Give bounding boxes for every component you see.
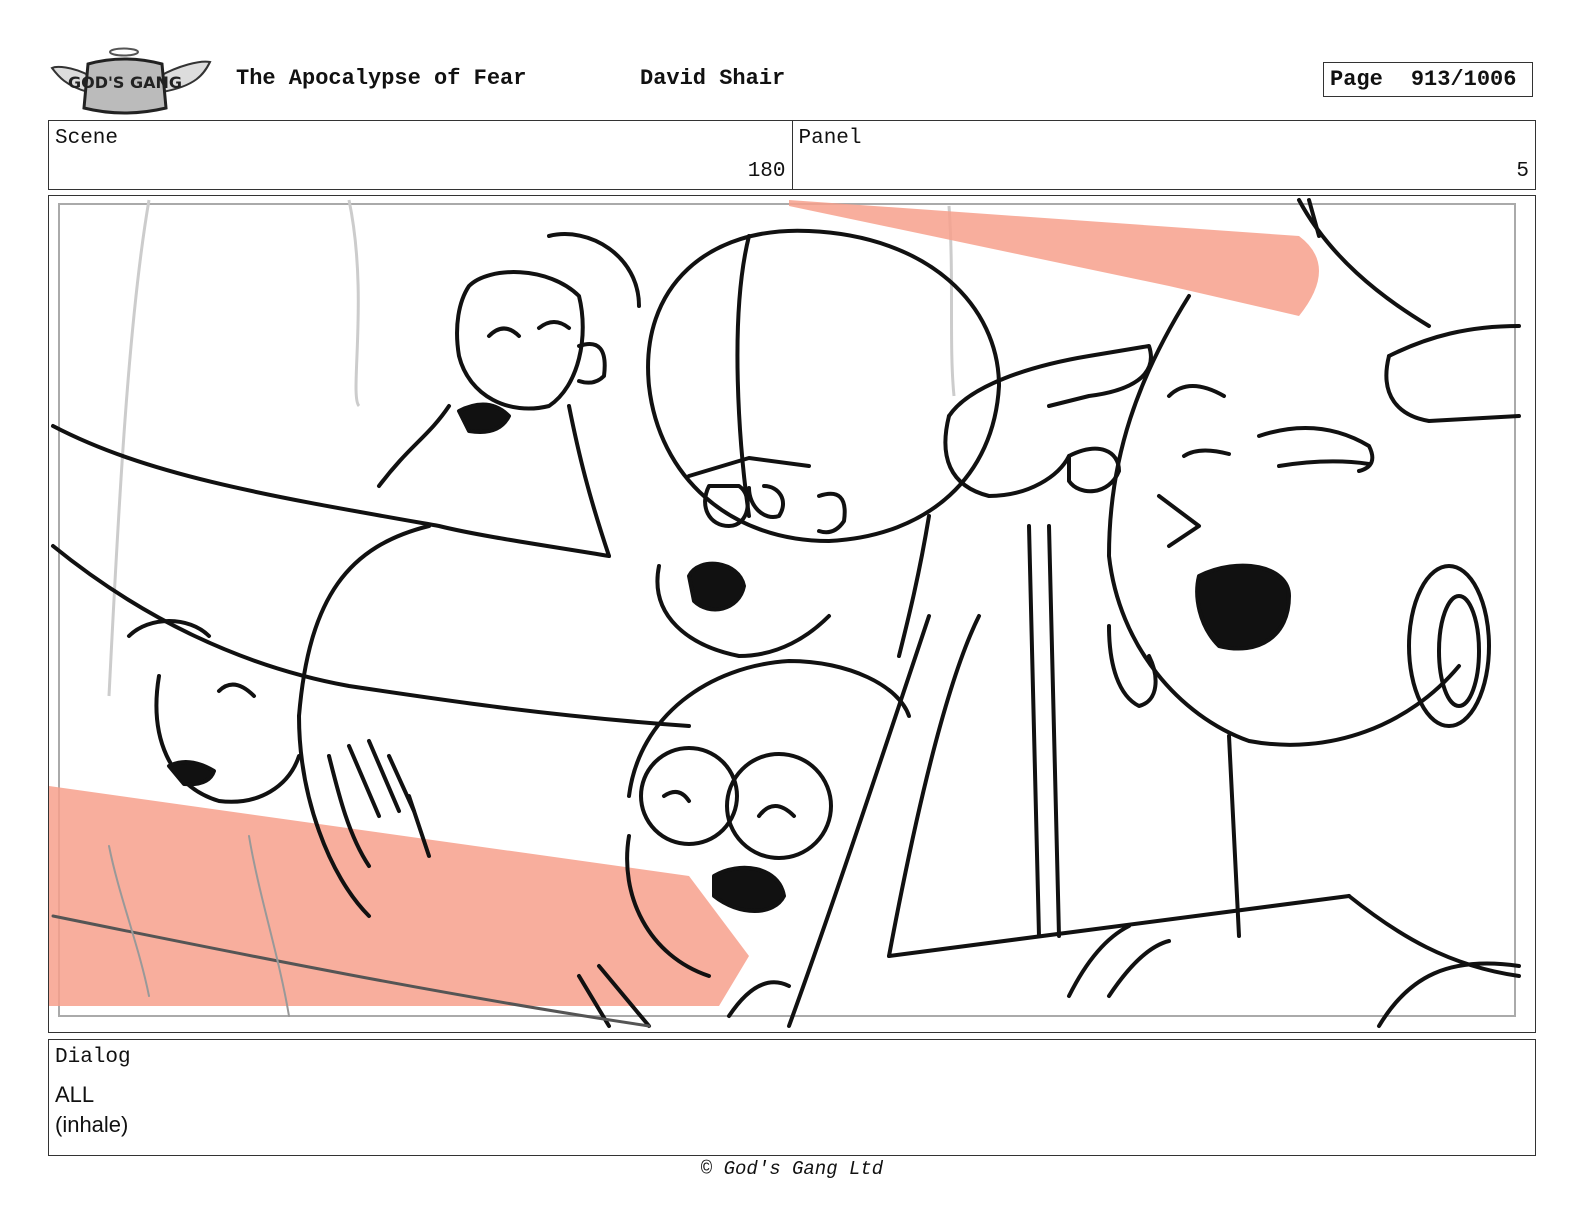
dialog-line: (inhale) — [55, 1112, 129, 1137]
author-name: David Shair — [640, 66, 786, 91]
panel-cell: Panel 5 — [791, 121, 1536, 189]
scene-label: Scene — [55, 127, 119, 150]
storyboard-title: The Apocalypse of Fear — [236, 66, 527, 91]
panel-number: 5 — [1516, 160, 1529, 183]
dialog-label: Dialog — [55, 1046, 131, 1069]
gods-gang-logo: GOD'S GANG — [50, 46, 216, 116]
dialog-box: Dialog ALL (inhale) — [48, 1039, 1536, 1156]
dialog-line: ALL — [55, 1082, 95, 1107]
copyright-footer: © God's Gang Ltd — [700, 1158, 884, 1180]
page-label: Page — [1330, 67, 1383, 92]
highlight-strokes — [49, 200, 1319, 1006]
dialog-text: ALL (inhale) — [55, 1080, 128, 1140]
sketch-artwork — [49, 198, 1521, 1028]
page-number: 913/1006 — [1410, 67, 1517, 92]
scene-cell: Scene 180 — [49, 121, 792, 189]
page-indicator: Page 913/1006 — [1323, 62, 1533, 97]
panel-label: Panel — [798, 127, 862, 150]
scene-panel-bar: Scene 180 Panel 5 — [48, 120, 1536, 190]
scene-number: 180 — [747, 160, 786, 183]
storyboard-panel — [48, 195, 1536, 1033]
halo-wings-icon: GOD'S GANG — [50, 47, 212, 115]
logo-lettering: GOD'S GANG — [68, 73, 182, 92]
